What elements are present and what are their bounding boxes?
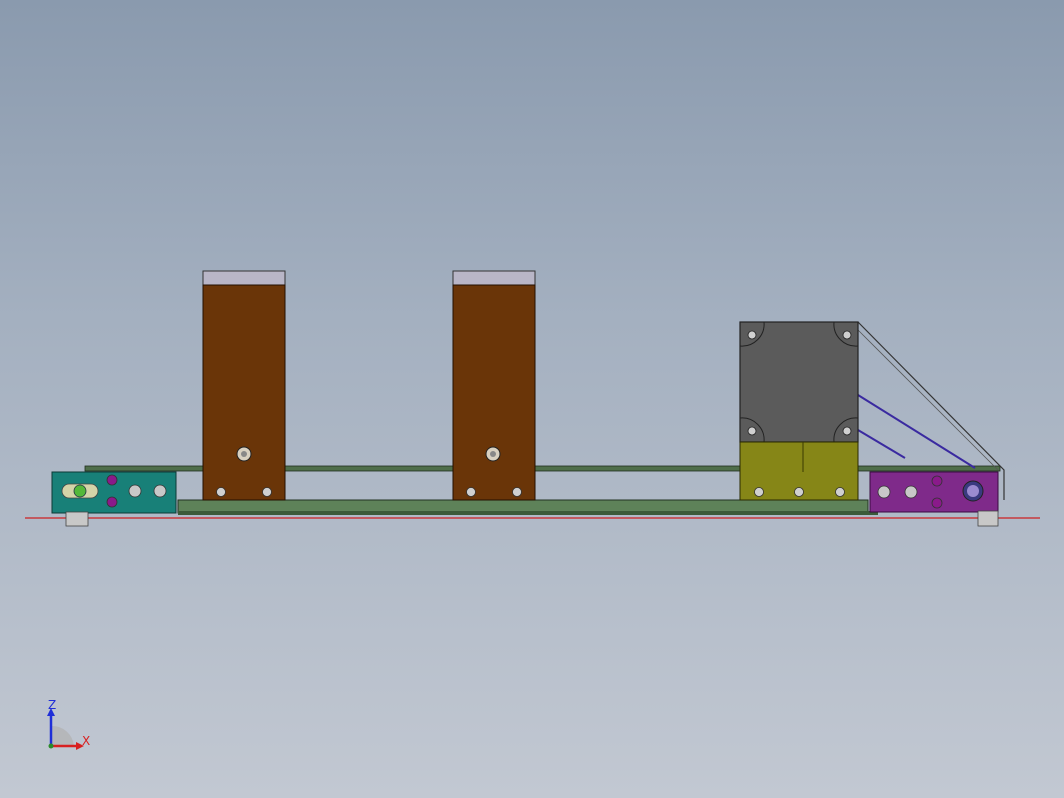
z-axis-label: Z bbox=[48, 698, 57, 712]
motor-mount-block[interactable] bbox=[739, 441, 859, 501]
origin-icon bbox=[48, 743, 54, 749]
triad-plane-icon bbox=[51, 725, 74, 746]
cad-viewport[interactable]: Z X bbox=[0, 0, 1064, 798]
x-axis-label: X bbox=[82, 734, 91, 748]
stepper-motor[interactable] bbox=[739, 321, 859, 443]
upright-column-2[interactable] bbox=[452, 270, 536, 501]
model-view[interactable] bbox=[0, 0, 1064, 798]
base-plate-edge bbox=[178, 511, 878, 515]
upright-column-1[interactable] bbox=[202, 270, 286, 501]
